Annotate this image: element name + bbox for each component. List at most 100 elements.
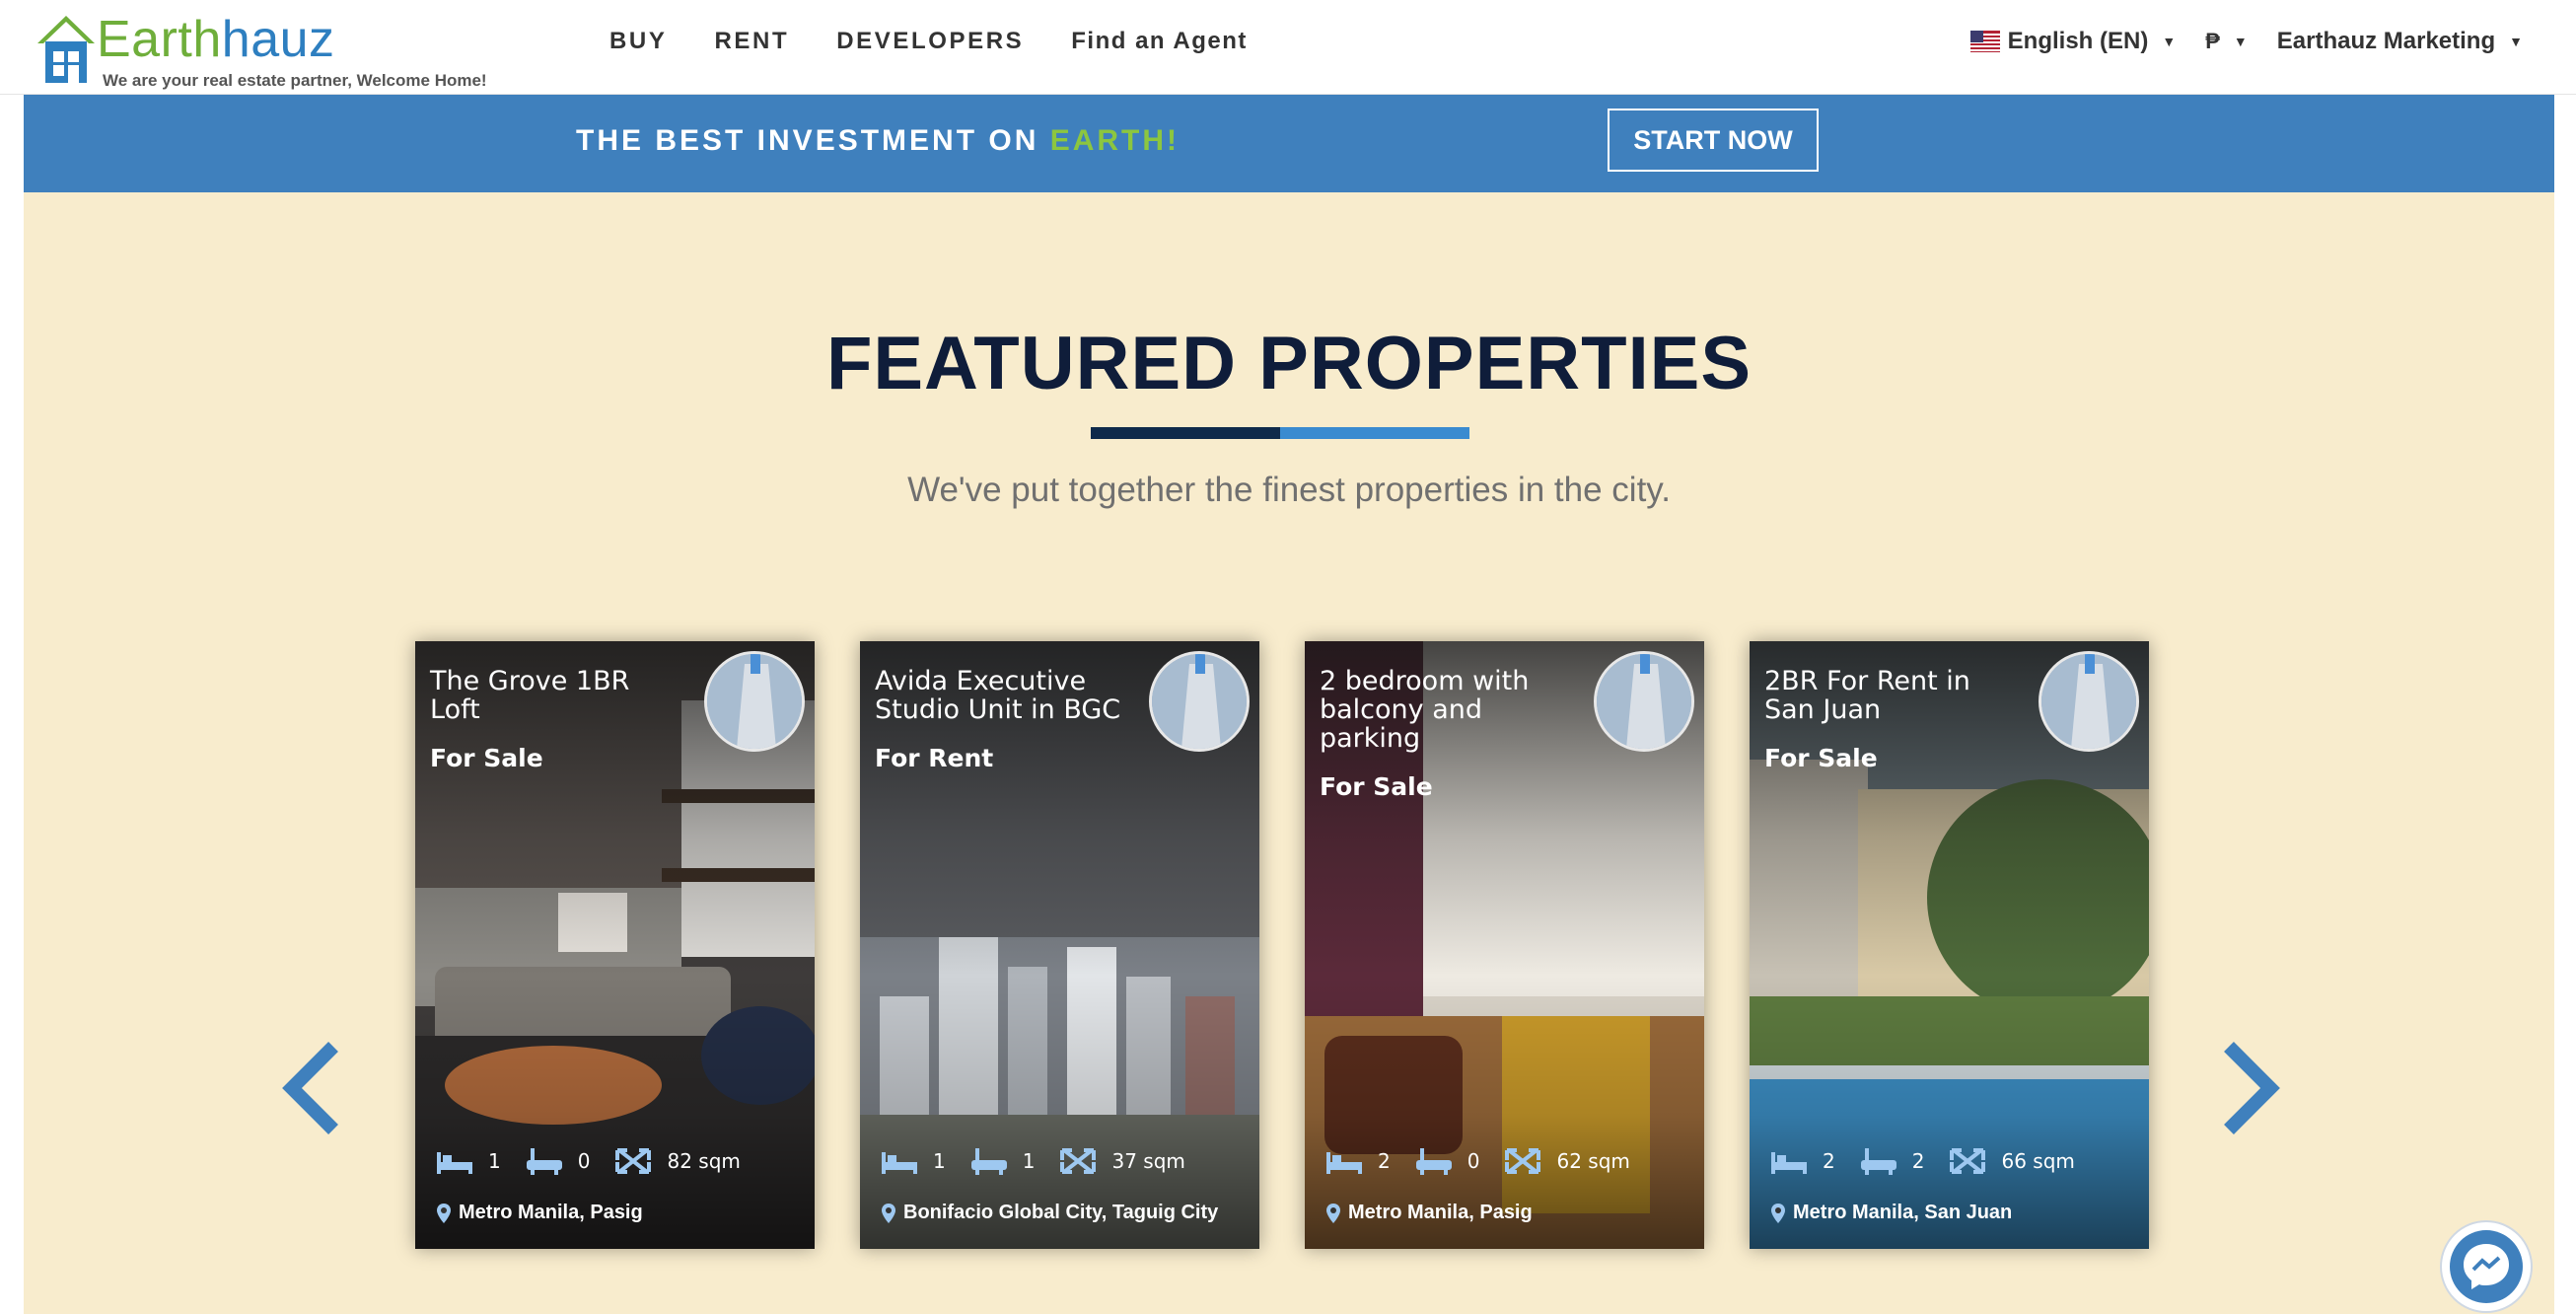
card-title-text: 2 bedroom with balcony and parking [1320,666,1530,754]
logo-wordmark-part1: Earth [97,11,222,68]
map-pin-icon [1326,1203,1340,1223]
nav-buy[interactable]: BUY [609,28,667,55]
bathtub-icon [970,1148,1007,1175]
section-title: FEATURED PROPERTIES [825,322,1753,405]
bathtub-icon [1415,1148,1452,1175]
bath-count: 0 [1467,1149,1480,1173]
utility-nav: English (EN) ▼ ₱ ▼ Earthauz Marketing ▼ [1969,28,2523,55]
chevron-right-icon[interactable] [2215,1039,2284,1137]
nav-developers[interactable]: DEVELOPERS [836,28,1024,55]
agent-avatar[interactable] [1594,651,1694,752]
card-specs: 2 0 62 sqm [1324,1146,1644,1176]
building-icon [707,654,802,749]
banner-headline: THE BEST INVESTMENT ON EARTH! [576,124,1180,158]
card-status: For Sale [1764,744,1878,772]
chevron-down-icon: ▼ [2509,34,2523,49]
bed-icon [882,1152,917,1174]
section-subtitle: We've put together the finest properties… [907,471,1671,509]
card-title: Avida Executive Studio Unit in BGC For R… [875,667,1121,772]
card-status: For Sale [430,744,543,772]
bed-count: 1 [488,1149,501,1173]
property-card[interactable]: Avida Executive Studio Unit in BGC For R… [860,641,1259,1249]
map-pin-icon [882,1203,895,1223]
area-icon [1950,1148,1986,1174]
bath-count: 1 [1022,1149,1036,1173]
logo[interactable]: Earthhauz We are your real estate partne… [34,10,487,90]
house-logo-icon [37,16,95,83]
card-status: For Sale [1320,772,1433,801]
location-text: Metro Manila, Pasig [459,1202,643,1223]
banner-text-accent: EARTH! [1049,124,1181,157]
bed-icon [1771,1152,1807,1174]
chevron-left-icon[interactable] [278,1039,347,1137]
nav-rent[interactable]: RENT [714,28,789,55]
location-text: Metro Manila, Pasig [1348,1202,1533,1223]
location-text: Bonifacio Global City, Taguig City [903,1202,1219,1223]
bed-icon [1326,1152,1362,1174]
bathtub-icon [526,1148,562,1175]
title-underline [1091,427,1469,439]
map-pin-icon [437,1203,451,1223]
main-nav: BUY RENT DEVELOPERS Find an Agent [609,28,1248,55]
card-title-text: 2BR For Rent in San Juan [1764,666,1970,725]
area-icon [1060,1148,1097,1174]
area-icon [615,1148,652,1174]
card-title-text: Avida Executive Studio Unit in BGC [875,666,1121,725]
card-location: Metro Manila, San Juan [1771,1202,2012,1224]
logo-wordmark: Earthhauz [97,10,335,69]
area-size: 37 sqm [1111,1149,1185,1173]
card-specs: 1 0 82 sqm [435,1146,754,1176]
card-specs: 1 1 37 sqm [880,1146,1199,1176]
area-icon [1505,1148,1541,1174]
account-dropdown[interactable]: Earthauz Marketing ▼ [2277,28,2523,55]
card-location: Bonifacio Global City, Taguig City [882,1202,1218,1224]
area-size: 62 sqm [1556,1149,1630,1173]
bed-icon [437,1152,472,1174]
logo-tagline: We are your real estate partner, Welcome… [103,71,487,90]
bed-count: 2 [1823,1149,1835,1173]
peso-icon: ₱ [2205,29,2220,53]
location-text: Metro Manila, San Juan [1793,1202,2013,1223]
currency-dropdown[interactable]: ₱ ▼ [2205,29,2248,54]
chevron-down-icon: ▼ [2233,34,2248,49]
map-pin-icon [1771,1203,1785,1223]
building-icon [1597,654,1691,749]
account-label: Earthauz Marketing [2276,28,2496,54]
site-header: Earthhauz We are your real estate partne… [0,0,2576,95]
agent-avatar[interactable] [2039,651,2139,752]
property-card[interactable]: 2 bedroom with balcony and parking For S… [1305,641,1704,1249]
messenger-chat-button[interactable] [2440,1220,2533,1313]
card-title: 2BR For Rent in San Juan For Sale [1764,667,2011,772]
agent-avatar[interactable] [704,651,805,752]
start-now-button[interactable]: START NOW [1608,109,1819,172]
logo-letter-h: h [221,11,251,68]
bed-count: 2 [1378,1149,1391,1173]
bathtub-icon [1860,1148,1896,1175]
card-location: Metro Manila, Pasig [437,1202,643,1224]
card-title: The Grove 1BR Loft For Sale [430,667,677,772]
property-card[interactable]: The Grove 1BR Loft For Sale 1 0 82 sqm M… [415,641,815,1249]
area-size: 66 sqm [2001,1149,2075,1173]
language-label: English (EN) [2007,28,2149,54]
logo-wordmark-part2: auz [250,11,335,68]
us-flag-icon [1969,31,2000,52]
building-icon [2041,654,2136,749]
card-location: Metro Manila, Pasig [1326,1202,1533,1224]
chevron-down-icon: ▼ [2162,34,2177,49]
agent-avatar[interactable] [1149,651,1250,752]
building-icon [1152,654,1247,749]
area-size: 82 sqm [667,1149,741,1173]
banner-text-main: THE BEST INVESTMENT ON [576,124,1050,157]
card-specs: 2 2 66 sqm [1769,1146,2089,1176]
bed-count: 1 [933,1149,946,1173]
bath-count: 0 [577,1149,591,1173]
card-title-text: The Grove 1BR Loft [430,666,630,725]
messenger-icon [2450,1230,2523,1303]
promo-banner: THE BEST INVESTMENT ON EARTH! START NOW [24,95,2554,192]
card-status: For Rent [875,744,994,772]
nav-find-agent[interactable]: Find an Agent [1071,28,1248,55]
language-dropdown[interactable]: English (EN) ▼ [1969,28,2177,55]
card-title: 2 bedroom with balcony and parking For S… [1320,667,1566,801]
property-card[interactable]: 2BR For Rent in San Juan For Sale 2 2 66… [1750,641,2149,1249]
bath-count: 2 [1911,1149,1925,1173]
